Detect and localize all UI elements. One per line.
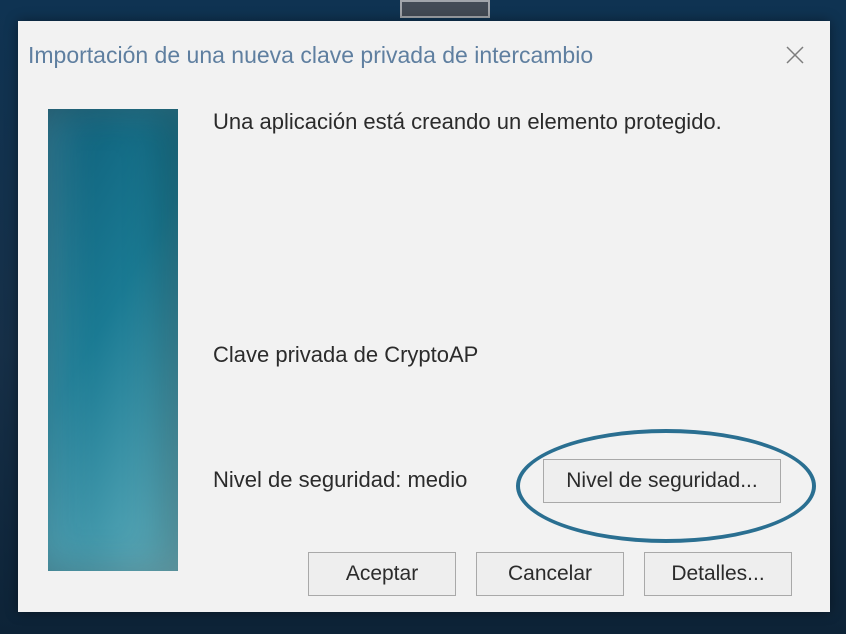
security-level-label: Nivel de seguridad: medio	[213, 459, 467, 493]
cancel-button[interactable]: Cancelar	[476, 552, 624, 596]
dialog-titlebar: Importación de una nueva clave privada d…	[18, 21, 830, 89]
dialog-sidebar-image	[48, 109, 178, 571]
dialog-content: Una aplicación está creando un elemento …	[213, 107, 810, 602]
key-import-dialog: Importación de una nueva clave privada d…	[18, 21, 830, 612]
background-thumbnail	[400, 0, 490, 18]
security-level-row: Nivel de seguridad: medio Nivel de segur…	[213, 459, 810, 509]
details-button[interactable]: Detalles...	[644, 552, 792, 596]
close-icon	[785, 45, 805, 65]
close-button[interactable]	[778, 38, 812, 72]
dialog-subject: Clave privada de CryptoAP	[213, 342, 478, 368]
desktop-background: Importación de una nueva clave privada d…	[0, 0, 846, 634]
dialog-title: Importación de una nueva clave privada d…	[28, 42, 593, 69]
security-level-button[interactable]: Nivel de seguridad...	[543, 459, 781, 503]
dialog-message: Una aplicación está creando un elemento …	[213, 107, 810, 137]
dialog-button-row: Aceptar Cancelar Detalles...	[213, 552, 810, 602]
dialog-body: Una aplicación está creando un elemento …	[18, 89, 830, 612]
accept-button[interactable]: Aceptar	[308, 552, 456, 596]
